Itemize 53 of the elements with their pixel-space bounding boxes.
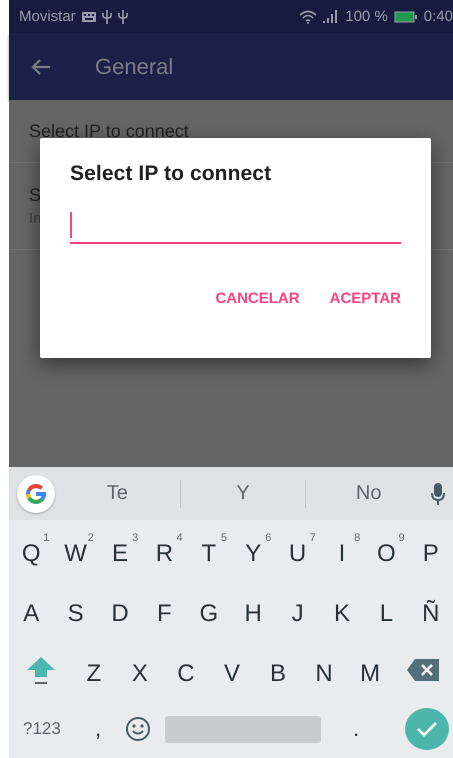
key-hint: 2 xyxy=(88,532,94,544)
keyboard-key[interactable]: M xyxy=(347,652,394,688)
screen-title: General xyxy=(95,54,174,80)
backspace-icon[interactable] xyxy=(407,659,440,681)
key-hint: 5 xyxy=(220,532,227,544)
keyboard-key[interactable]: I 8 xyxy=(320,532,364,568)
usb-icon xyxy=(102,10,112,24)
battery-icon xyxy=(394,10,418,22)
keyboard-key[interactable]: Z xyxy=(70,652,117,688)
battery-percent: 100 % xyxy=(345,8,388,25)
wifi-icon xyxy=(299,10,318,24)
key-hint: 8 xyxy=(354,532,360,544)
keyboard-key[interactable]: P xyxy=(408,532,453,568)
google-logo-icon[interactable] xyxy=(17,474,55,512)
comma-key[interactable]: , xyxy=(83,716,113,742)
key-hint: 7 xyxy=(310,532,316,544)
keyboard-key[interactable]: K xyxy=(320,592,364,628)
back-arrow-icon[interactable] xyxy=(31,58,51,76)
dialog-title: Select IP to connect xyxy=(70,162,272,186)
suggestion-word[interactable]: No xyxy=(306,482,432,505)
clock-time: 0:40 xyxy=(424,8,453,25)
key-hint: 6 xyxy=(265,532,272,544)
key-hint: 3 xyxy=(132,532,138,544)
keyboard-key[interactable]: Ñ xyxy=(408,592,453,628)
checkmark-icon xyxy=(416,720,438,738)
suggestion-word[interactable]: Te xyxy=(55,482,180,505)
emoji-icon[interactable] xyxy=(125,716,151,742)
keyboard-key[interactable]: A xyxy=(9,592,54,628)
key-hint: 9 xyxy=(398,532,405,544)
usb-icon xyxy=(118,10,128,24)
keyboard-key[interactable]: B xyxy=(255,652,302,688)
carrier-name: Movistar xyxy=(19,8,76,25)
keyboard-key[interactable]: N xyxy=(301,652,348,688)
key-hint: 4 xyxy=(176,532,183,544)
keyboard-key[interactable]: L xyxy=(364,592,409,628)
keyboard-key[interactable]: H xyxy=(231,592,276,628)
keyboard-key[interactable]: C xyxy=(162,652,209,688)
shift-icon[interactable] xyxy=(24,655,57,685)
keyboard-key[interactable]: X xyxy=(116,652,163,688)
keyboard-icon xyxy=(82,12,96,22)
keyboard-key[interactable]: S xyxy=(53,592,98,628)
keyboard-key[interactable]: G xyxy=(186,592,231,628)
keyboard-key[interactable]: D xyxy=(98,592,142,628)
key-hint: 1 xyxy=(43,532,50,544)
keyboard-key[interactable]: F xyxy=(142,592,187,628)
keyboard-key[interactable]: V xyxy=(208,652,256,688)
enter-button[interactable] xyxy=(405,708,449,750)
symbols-key[interactable]: ?123 xyxy=(23,719,83,739)
suggestion-word[interactable]: Y xyxy=(180,482,306,505)
period-key[interactable]: . xyxy=(341,716,371,742)
keyboard-key[interactable]: J xyxy=(275,592,320,628)
signal-icon xyxy=(323,10,340,23)
microphone-icon[interactable] xyxy=(431,482,446,504)
